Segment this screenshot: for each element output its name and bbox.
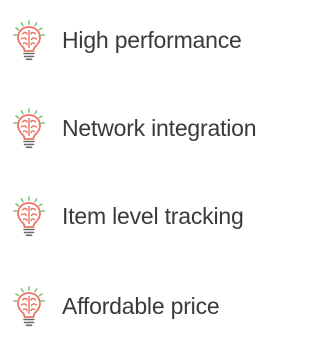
feature-label: Item level tracking — [62, 202, 244, 229]
list-item: High performance — [6, 18, 242, 62]
list-item: Network integration — [6, 106, 257, 150]
list-item: Affordable price — [6, 284, 220, 328]
feature-label: Network integration — [62, 114, 257, 141]
list-item: Item level tracking — [6, 194, 244, 238]
feature-label: High performance — [62, 26, 242, 53]
brain-lightbulb-icon — [6, 284, 52, 328]
brain-lightbulb-icon — [6, 194, 52, 238]
feature-list: High performance Network integration Ite… — [6, 0, 284, 363]
feature-label: Affordable price — [62, 292, 220, 319]
brain-lightbulb-icon — [6, 106, 52, 150]
brain-lightbulb-icon — [6, 18, 52, 62]
